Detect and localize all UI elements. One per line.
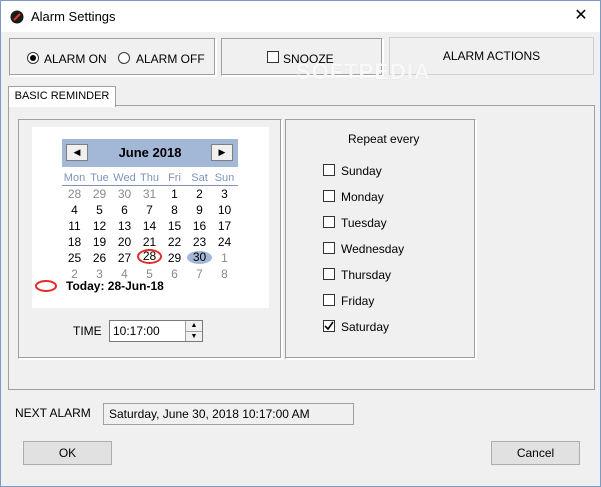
calendar-day[interactable]: 13 bbox=[112, 219, 137, 233]
time-down-button[interactable]: ▼ bbox=[185, 331, 202, 341]
calendar-day[interactable]: 4 bbox=[62, 203, 87, 217]
next-month-button[interactable]: ▶ bbox=[211, 144, 233, 161]
watermark: SOFTPEDIA bbox=[296, 59, 431, 84]
calendar-day[interactable]: 3 bbox=[212, 187, 237, 201]
calendar-day[interactable]: 16 bbox=[187, 219, 212, 233]
calendar-day[interactable]: 6 bbox=[112, 203, 137, 217]
ok-button[interactable]: OK bbox=[23, 441, 112, 465]
repeat-monday-checkbox[interactable] bbox=[323, 190, 335, 202]
checkmark-icon bbox=[324, 321, 334, 331]
calendar-day[interactable]: 10 bbox=[212, 203, 237, 217]
repeat-tuesday-checkbox[interactable] bbox=[323, 216, 335, 228]
next-alarm-field: Saturday, June 30, 2018 10:17:00 AM bbox=[103, 403, 354, 425]
calendar-day[interactable]: 5 bbox=[87, 203, 112, 217]
calendar-day[interactable]: 25 bbox=[62, 251, 87, 265]
calendar-day[interactable]: 8 bbox=[162, 203, 187, 217]
close-icon: ✕ bbox=[574, 7, 588, 24]
calendar-day[interactable]: 7 bbox=[137, 203, 162, 217]
alarm-off-label[interactable]: ALARM OFF bbox=[136, 52, 205, 66]
calendar-day[interactable]: 2 bbox=[187, 187, 212, 201]
calendar-day-selected[interactable]: 30 bbox=[187, 251, 212, 264]
month-calendar[interactable]: ◀ June 2018 ▶ Mon Tue Wed Thu Fri Sat Sun 28 29… bbox=[32, 127, 269, 308]
calendar-day[interactable]: 1 bbox=[162, 187, 187, 201]
repeat-tuesday-label[interactable]: Tuesday bbox=[341, 216, 387, 230]
next-alarm-label: NEXT ALARM bbox=[15, 406, 91, 420]
calendar-day[interactable]: 21 bbox=[137, 235, 162, 249]
calendar-day[interactable]: 31 bbox=[137, 187, 162, 201]
title-bar[interactable]: Alarm Settings ✕ bbox=[1, 1, 600, 32]
calendar-day[interactable]: 9 bbox=[187, 203, 212, 217]
time-value[interactable]: 10:17:00 bbox=[113, 324, 160, 338]
calendar-header: ◀ June 2018 ▶ bbox=[62, 139, 238, 167]
weekday-thu: Thu bbox=[140, 172, 159, 184]
alarm-on-radio[interactable] bbox=[27, 52, 39, 64]
calendar-day[interactable]: 23 bbox=[187, 235, 212, 249]
triangle-right-icon: ▶ bbox=[218, 147, 226, 157]
alarm-off-radio[interactable] bbox=[118, 52, 130, 64]
ok-label: OK bbox=[58, 446, 77, 460]
repeat-wednesday-checkbox[interactable] bbox=[323, 242, 335, 254]
calendar-day[interactable]: 18 bbox=[62, 235, 87, 249]
calendar-day[interactable]: 7 bbox=[187, 267, 212, 281]
weekday-wed: Wed bbox=[113, 172, 136, 184]
calendar-day[interactable]: 1 bbox=[212, 251, 237, 265]
calendar-day[interactable]: 30 bbox=[112, 187, 137, 201]
calendar-day[interactable]: 29 bbox=[162, 251, 187, 265]
time-picker[interactable]: 10:17:00 ▲ ▼ bbox=[109, 320, 203, 342]
repeat-monday-label[interactable]: Monday bbox=[341, 190, 384, 204]
calendar-day[interactable]: 22 bbox=[162, 235, 187, 249]
weekday-mon: Mon bbox=[63, 172, 86, 184]
repeat-thursday-label[interactable]: Thursday bbox=[341, 268, 391, 282]
repeat-friday-label[interactable]: Friday bbox=[341, 294, 374, 308]
calendar-day[interactable]: 8 bbox=[212, 267, 237, 281]
calendar-day[interactable]: 28 bbox=[62, 187, 87, 201]
alarm-on-label[interactable]: ALARM ON bbox=[44, 52, 107, 66]
cancel-label: Cancel bbox=[516, 446, 555, 460]
repeat-sunday-label[interactable]: Sunday bbox=[341, 164, 382, 178]
calendar-day[interactable]: 6 bbox=[162, 267, 187, 281]
time-up-button[interactable]: ▲ bbox=[185, 321, 202, 331]
repeat-sunday-checkbox[interactable] bbox=[323, 164, 335, 176]
close-button[interactable]: ✕ bbox=[567, 5, 595, 27]
calendar-day[interactable]: 17 bbox=[212, 219, 237, 233]
calendar-day[interactable]: 19 bbox=[87, 235, 112, 249]
calendar-day[interactable]: 12 bbox=[87, 219, 112, 233]
calendar-day[interactable]: 29 bbox=[87, 187, 112, 201]
tab-basic-reminder[interactable]: BASIC REMINDER bbox=[8, 86, 116, 107]
calendar-day[interactable]: 27 bbox=[112, 251, 137, 265]
calendar-day[interactable]: 15 bbox=[162, 219, 187, 233]
chevron-down-icon: ▼ bbox=[190, 333, 198, 340]
time-label: TIME bbox=[73, 324, 102, 338]
calendar-day[interactable]: 14 bbox=[137, 219, 162, 233]
weekday-header: Mon Tue Wed Thu Fri Sat Sun bbox=[62, 172, 238, 186]
snooze-checkbox[interactable] bbox=[267, 51, 279, 63]
calendar-day[interactable]: 24 bbox=[212, 235, 237, 249]
calendar-day[interactable]: 20 bbox=[112, 235, 137, 249]
calendar-day[interactable]: 26 bbox=[87, 251, 112, 265]
today-link[interactable]: Today: 28-Jun-18 bbox=[66, 279, 164, 293]
app-icon bbox=[10, 10, 24, 24]
weekday-sun: Sun bbox=[214, 172, 235, 184]
calendar-day[interactable]: 11 bbox=[62, 219, 87, 233]
repeat-friday-checkbox[interactable] bbox=[323, 294, 335, 306]
today-circle-icon bbox=[35, 280, 57, 292]
weekday-sat: Sat bbox=[191, 172, 208, 184]
window-title: Alarm Settings bbox=[31, 9, 116, 24]
weekday-fri: Fri bbox=[168, 172, 181, 184]
repeat-title: Repeat every bbox=[348, 132, 420, 146]
calendar-day-today[interactable]: 28 bbox=[137, 249, 162, 264]
cancel-button[interactable]: Cancel bbox=[491, 441, 580, 465]
alarm-settings-window: Alarm Settings ✕ ALARM ON ALARM OFF SNOO… bbox=[0, 0, 601, 487]
weekday-tue: Tue bbox=[90, 172, 109, 184]
alarm-actions-label: ALARM ACTIONS bbox=[442, 49, 541, 63]
repeat-thursday-checkbox[interactable] bbox=[323, 268, 335, 280]
repeat-saturday-checkbox[interactable] bbox=[323, 320, 335, 332]
repeat-wednesday-label[interactable]: Wednesday bbox=[341, 242, 404, 256]
chevron-up-icon: ▲ bbox=[190, 322, 198, 329]
repeat-saturday-label[interactable]: Saturday bbox=[341, 320, 389, 334]
